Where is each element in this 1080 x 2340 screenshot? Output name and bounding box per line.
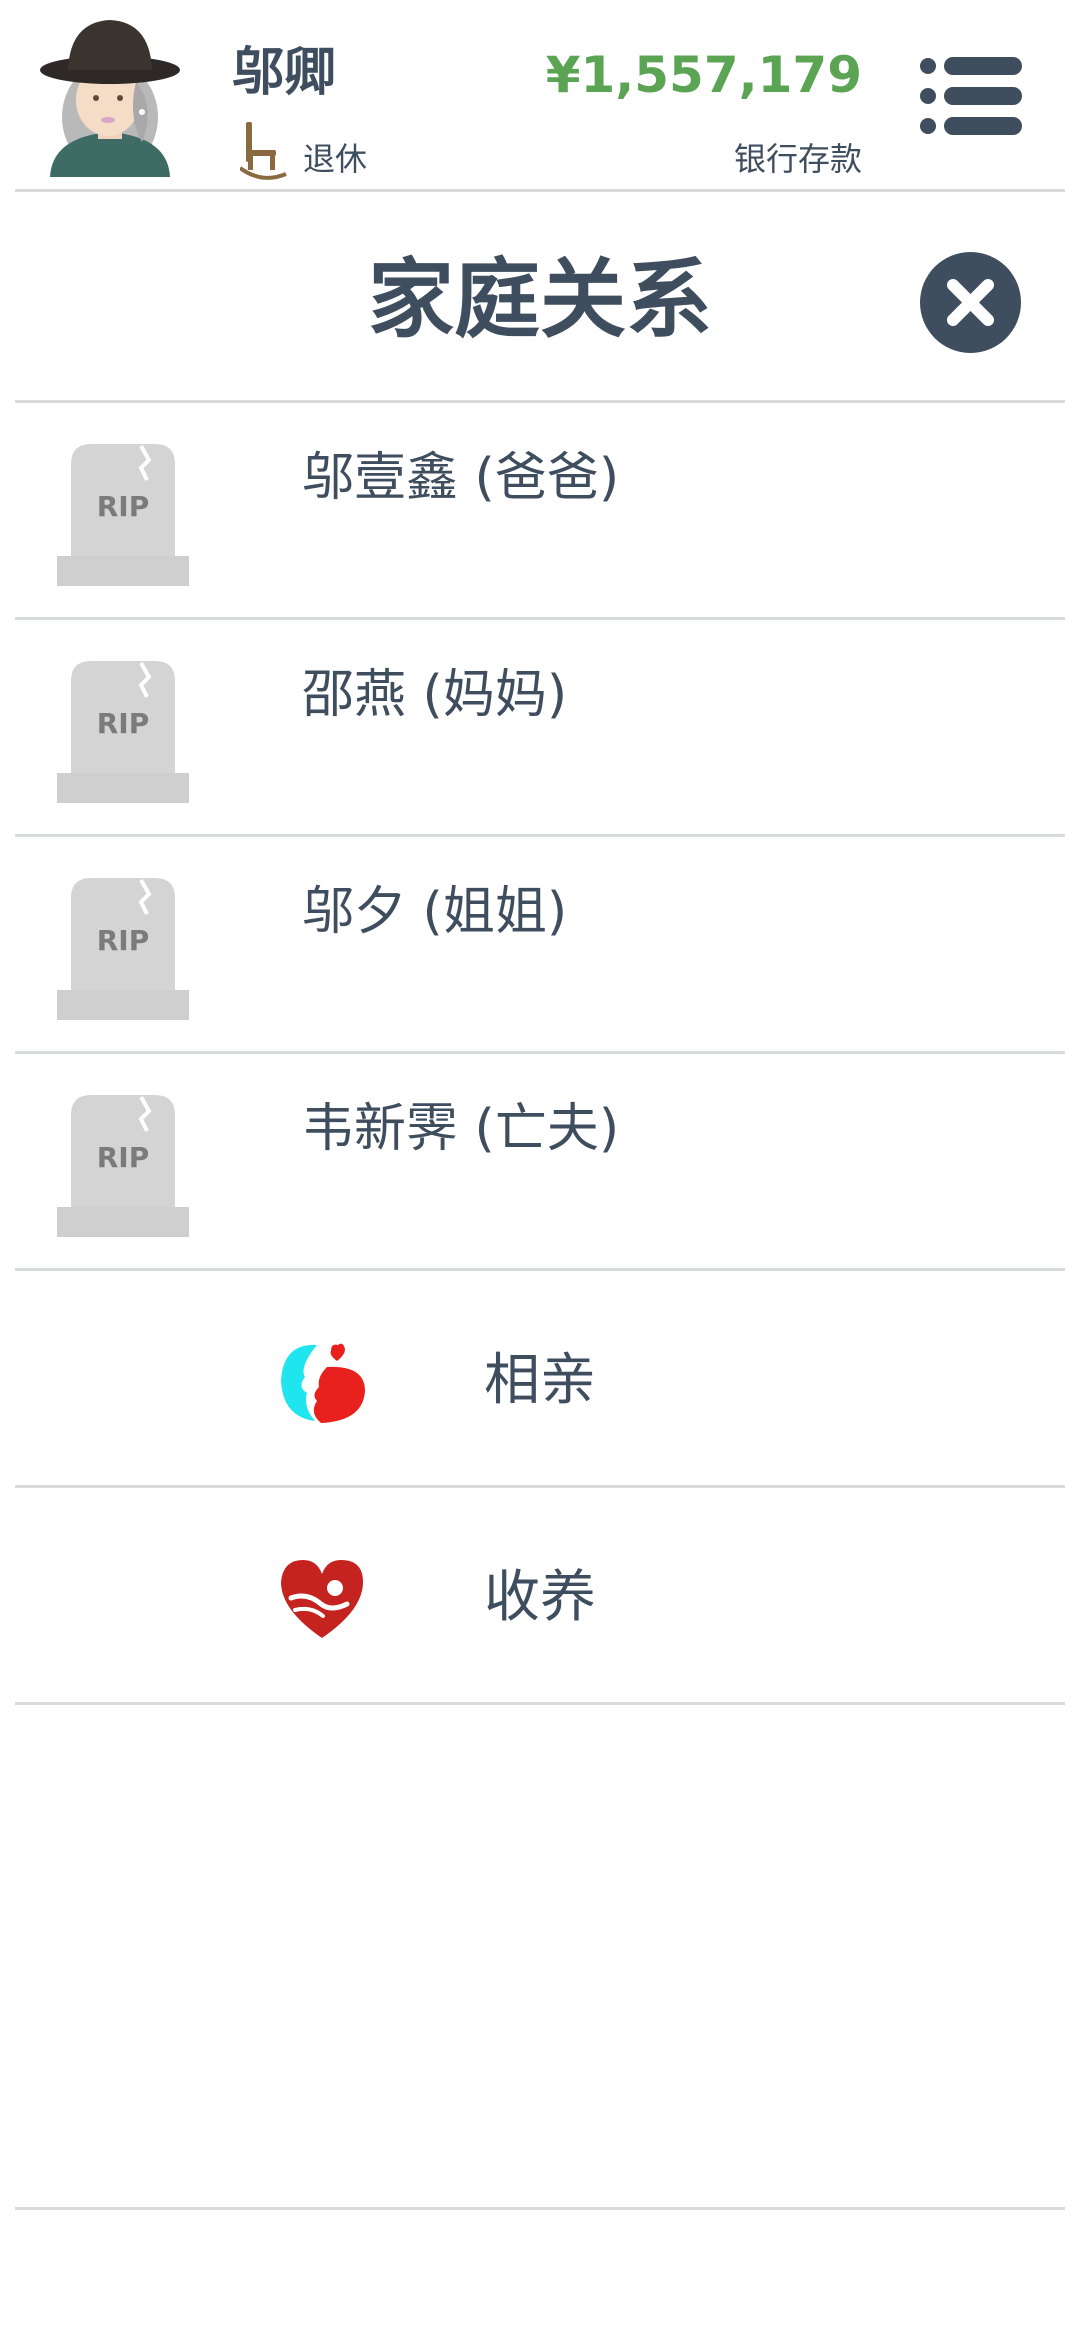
footer-divider	[15, 2207, 1065, 2210]
rocking-chair-icon	[240, 122, 287, 180]
rip-tombstone-icon: RIP	[57, 661, 189, 803]
bank-balance-label: 银行存款	[733, 140, 862, 178]
dating-label: 相亲	[484, 1348, 596, 1413]
bank-balance: ¥1,557,179	[545, 46, 862, 104]
adopt-heart-icon	[281, 1560, 363, 1638]
svg-text:RIP: RIP	[97, 1141, 150, 1174]
rip-tombstone-icon: RIP	[57, 878, 189, 1020]
family-member-name: 邬夕 (姐姐)	[302, 882, 568, 942]
adopt-button[interactable]: 收养	[15, 1488, 1065, 1704]
dating-couple-icon	[281, 1343, 365, 1423]
family-member-row[interactable]: RIP 韦新霁 (亡夫)	[15, 1054, 1065, 1270]
family-member-row[interactable]: RIP 邬壹鑫 (爸爸)	[15, 403, 1065, 619]
page-title: 家庭关系	[368, 250, 712, 350]
menu-list-icon[interactable]	[918, 52, 1024, 140]
rip-tombstone-icon: RIP	[57, 444, 189, 586]
family-member-row[interactable]: RIP 邬夕 (姐姐)	[15, 837, 1065, 1053]
life-status-label: 退休	[303, 140, 368, 178]
family-member-name: 韦新霁 (亡夫)	[302, 1099, 620, 1159]
family-member-row[interactable]: RIP 邵燕 (妈妈)	[15, 620, 1065, 836]
header-divider	[15, 189, 1065, 192]
adopt-label: 收养	[484, 1565, 596, 1630]
dating-button[interactable]: 相亲	[15, 1271, 1065, 1487]
row-divider	[15, 1702, 1065, 1705]
close-button[interactable]	[920, 252, 1021, 353]
svg-text:RIP: RIP	[97, 490, 150, 523]
rip-tombstone-icon: RIP	[57, 1095, 189, 1237]
svg-text:RIP: RIP	[97, 924, 150, 957]
family-member-name: 邬壹鑫 (爸爸)	[302, 448, 620, 508]
top-status-bar: 邬卿 退休 ¥1,557,179 银行存款	[0, 0, 1080, 190]
character-avatar[interactable]	[38, 12, 183, 177]
family-member-name: 邵燕 (妈妈)	[302, 665, 568, 725]
svg-text:RIP: RIP	[97, 707, 150, 740]
character-name: 邬卿	[232, 43, 337, 103]
